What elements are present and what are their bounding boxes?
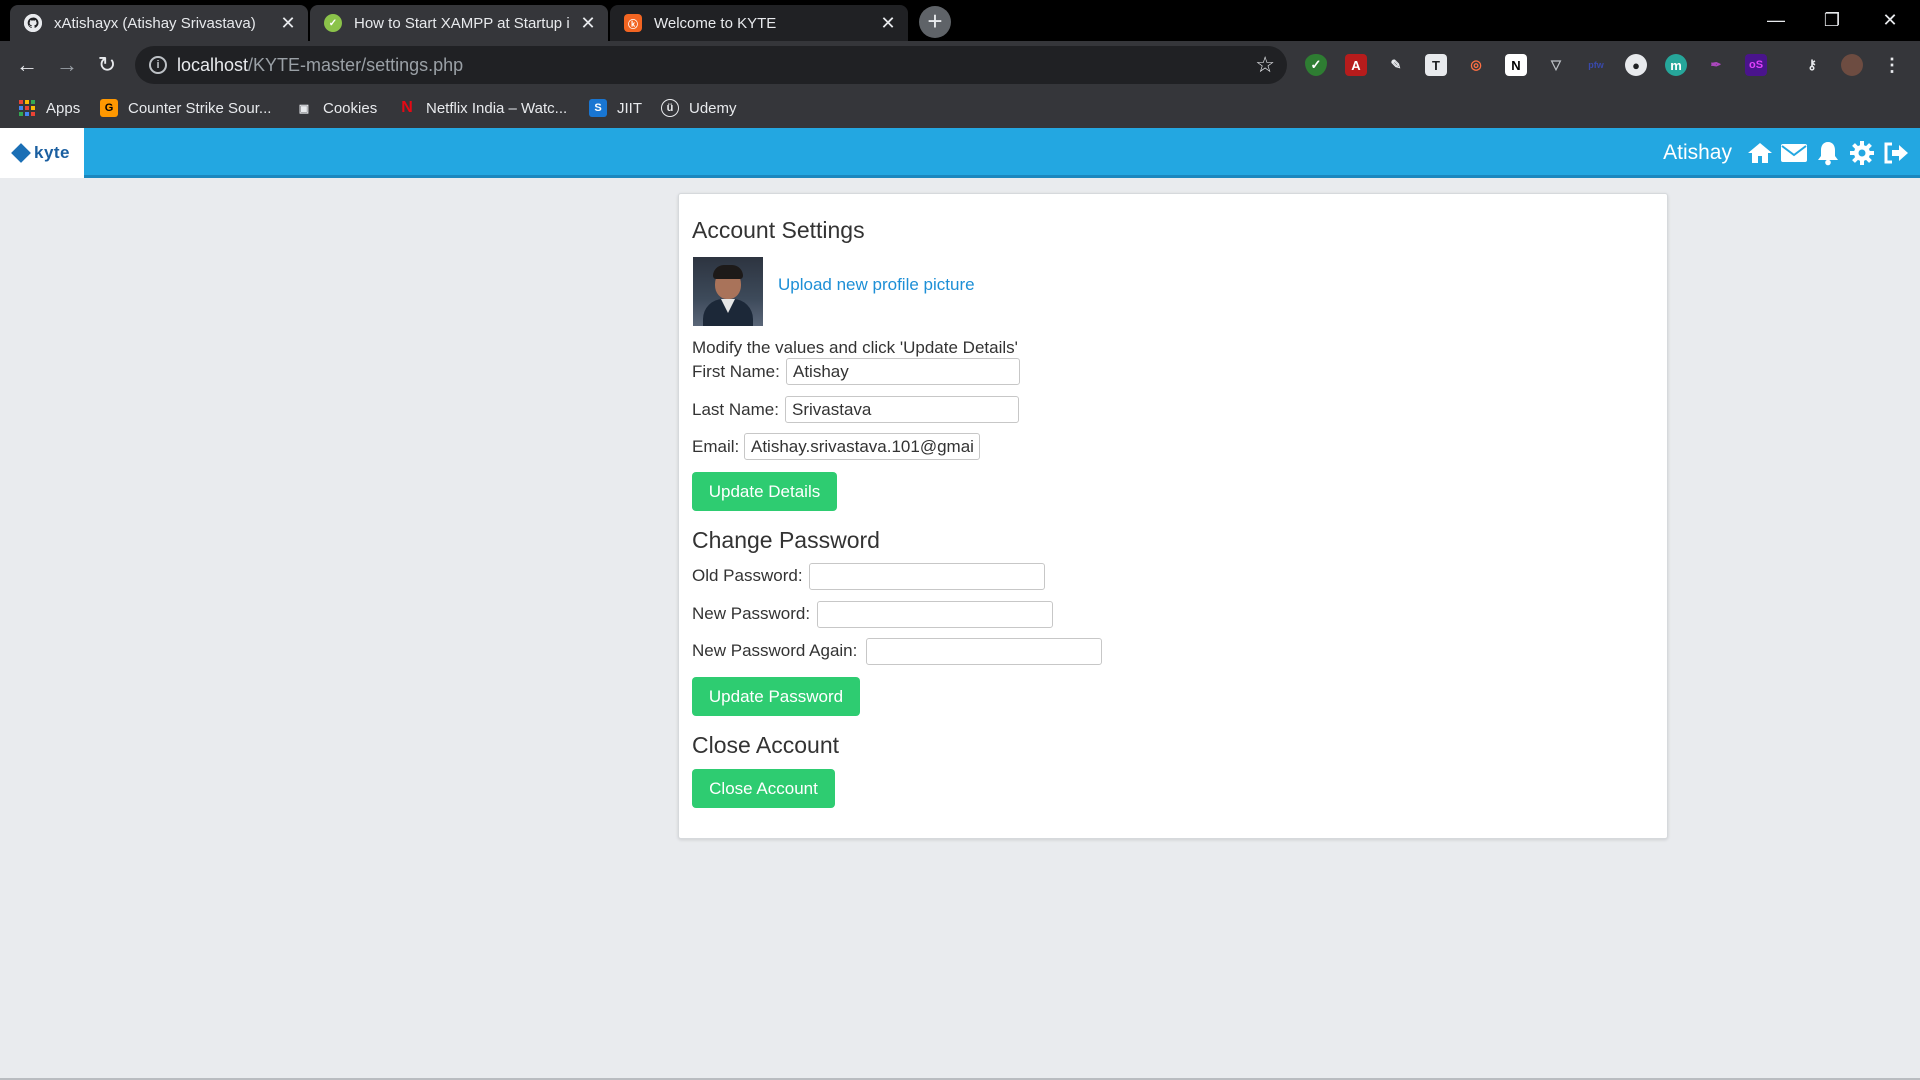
tab-github[interactable]: xAtishayx (Atishay Srivastava) ✕ <box>10 5 308 41</box>
bookmark-label: Netflix India – Watc... <box>426 99 568 117</box>
update-password-button[interactable]: Update Password <box>692 677 860 716</box>
settings-card: Account Settings Upload new profile pict… <box>678 193 1668 839</box>
first-name-label: First Name: <box>692 362 780 381</box>
feather-icon[interactable]: ✒ <box>1705 54 1727 76</box>
home-icon[interactable] <box>1746 139 1774 167</box>
old-password-label: Old Password: <box>692 566 803 585</box>
gear-icon[interactable] <box>1848 139 1876 167</box>
vue-icon[interactable]: ▽ <box>1545 54 1567 76</box>
new-tab-button[interactable]: + <box>919 6 951 38</box>
change-password-heading: Change Password <box>692 527 880 553</box>
close-tab-icon[interactable]: ✕ <box>580 14 596 32</box>
xampp-icon: ✓ <box>324 14 342 32</box>
bookmark-jiit[interactable]: S JIIT <box>589 95 642 121</box>
menu-dots-icon[interactable]: ⋮ <box>1881 54 1903 76</box>
pen-icon[interactable]: ✎ <box>1385 54 1407 76</box>
tab-title: How to Start XAMPP at Startup in <box>354 14 570 32</box>
acrobat-icon[interactable]: A <box>1345 54 1367 76</box>
close-window-button[interactable]: ✕ <box>1862 0 1918 41</box>
address-bar[interactable]: i localhost/KYTE-master/settings.php ☆ <box>135 46 1287 84</box>
bookmark-label: Udemy <box>689 99 737 117</box>
os-icon[interactable]: oS <box>1745 54 1767 76</box>
last-name-field[interactable] <box>785 396 1019 423</box>
site-navbar: kyte Atishay <box>0 128 1920 178</box>
kyte-diamond-icon <box>11 143 31 163</box>
old-password-field[interactable] <box>809 563 1045 590</box>
username-link[interactable]: Atishay <box>1663 141 1732 165</box>
bookmark-label: JIIT <box>617 99 642 117</box>
close-tab-icon[interactable]: ✕ <box>880 14 896 32</box>
email-label: Email: <box>692 437 740 456</box>
close-account-heading: Close Account <box>692 732 840 758</box>
account-settings-heading: Account Settings <box>692 217 865 243</box>
jiit-icon: S <box>589 99 607 117</box>
url-text[interactable]: localhost/KYTE-master/settings.php <box>177 55 463 76</box>
profile-picture <box>693 257 763 326</box>
apps-grid-icon <box>18 99 36 117</box>
bookmark-label: Counter Strike Sour... <box>128 99 272 117</box>
m-icon[interactable]: m <box>1665 54 1687 76</box>
bookmark-label: Cookies <box>323 99 378 117</box>
kyte-icon: ⓚ <box>624 14 642 32</box>
tab-title: Welcome to KYTE <box>654 14 777 32</box>
info-icon[interactable]: i <box>149 56 167 74</box>
bookmark-star-icon[interactable]: ☆ <box>1255 52 1275 78</box>
minimize-button[interactable]: — <box>1748 0 1804 41</box>
last-name-label: Last Name: <box>692 400 779 419</box>
close-account-button[interactable]: Close Account <box>692 769 835 808</box>
bookmark-label: Apps <box>46 99 81 117</box>
logo-text: kyte <box>33 143 71 162</box>
bookmark-cookies[interactable]: ▣ Cookies <box>295 95 377 121</box>
reload-icon[interactable]: ↻ <box>92 50 122 80</box>
tab-kyte[interactable]: ⓚ Welcome to KYTE ✕ <box>610 5 908 41</box>
upload-profile-picture-link[interactable]: Upload new profile picture <box>778 275 975 295</box>
kyte-logo[interactable]: kyte <box>0 128 84 178</box>
profile-avatar-icon[interactable] <box>1841 54 1863 76</box>
first-name-field[interactable] <box>786 358 1020 385</box>
user-nav: Atishay <box>1663 128 1910 178</box>
instructions-text: Modify the values and click 'Update Deta… <box>692 338 1018 357</box>
new-password-again-field[interactable] <box>866 638 1102 665</box>
github-icon <box>24 14 42 32</box>
new-password-label: New Password: <box>692 604 811 623</box>
bookmark-netflix[interactable]: N Netflix India – Watc... <box>398 95 567 121</box>
forward-icon[interactable]: → <box>52 50 82 80</box>
counter-strike-icon: G <box>100 99 118 117</box>
close-tab-icon[interactable]: ✕ <box>280 14 296 32</box>
tab-title: xAtishayx (Atishay Srivastava) <box>54 14 256 32</box>
bookmark-udemy[interactable]: ü Udemy <box>661 95 737 121</box>
pfw-icon[interactable]: pfw <box>1585 54 1607 76</box>
adguard-icon[interactable]: ✓ <box>1305 54 1327 76</box>
cookie-icon: ▣ <box>298 102 310 115</box>
logout-icon[interactable] <box>1882 139 1910 167</box>
browser-toolbar: ← → ↻ i localhost/KYTE-master/settings.p… <box>0 41 1920 88</box>
bookmark-counter-strike[interactable]: G Counter Strike Sour... <box>100 95 271 121</box>
wappalyzer-icon[interactable]: ◎ <box>1465 54 1487 76</box>
netflix-icon: N <box>401 99 413 116</box>
bookmarks-bar: Apps G Counter Strike Sour... ▣ Cookies … <box>0 88 1920 128</box>
udemy-icon: ü <box>661 99 679 117</box>
bookmark-apps[interactable]: Apps <box>18 95 80 121</box>
new-password-again-label: New Password Again: <box>692 641 858 660</box>
tab-strip: xAtishayx (Atishay Srivastava) ✕ ✓ How t… <box>0 0 1920 41</box>
update-details-button[interactable]: Update Details <box>692 472 837 511</box>
bell-icon[interactable] <box>1814 139 1842 167</box>
new-password-field[interactable] <box>817 601 1053 628</box>
t-icon[interactable]: T <box>1425 54 1447 76</box>
envelope-icon[interactable] <box>1780 139 1808 167</box>
email-field[interactable] <box>744 433 980 460</box>
tab-xampp[interactable]: ✓ How to Start XAMPP at Startup in ✕ <box>310 5 608 41</box>
circle-icon[interactable]: ● <box>1625 54 1647 76</box>
notion-icon[interactable]: N <box>1505 54 1527 76</box>
back-icon[interactable]: ← <box>12 50 42 80</box>
restore-button[interactable]: ❐ <box>1804 0 1860 41</box>
key-icon[interactable]: ⚷ <box>1801 54 1823 76</box>
